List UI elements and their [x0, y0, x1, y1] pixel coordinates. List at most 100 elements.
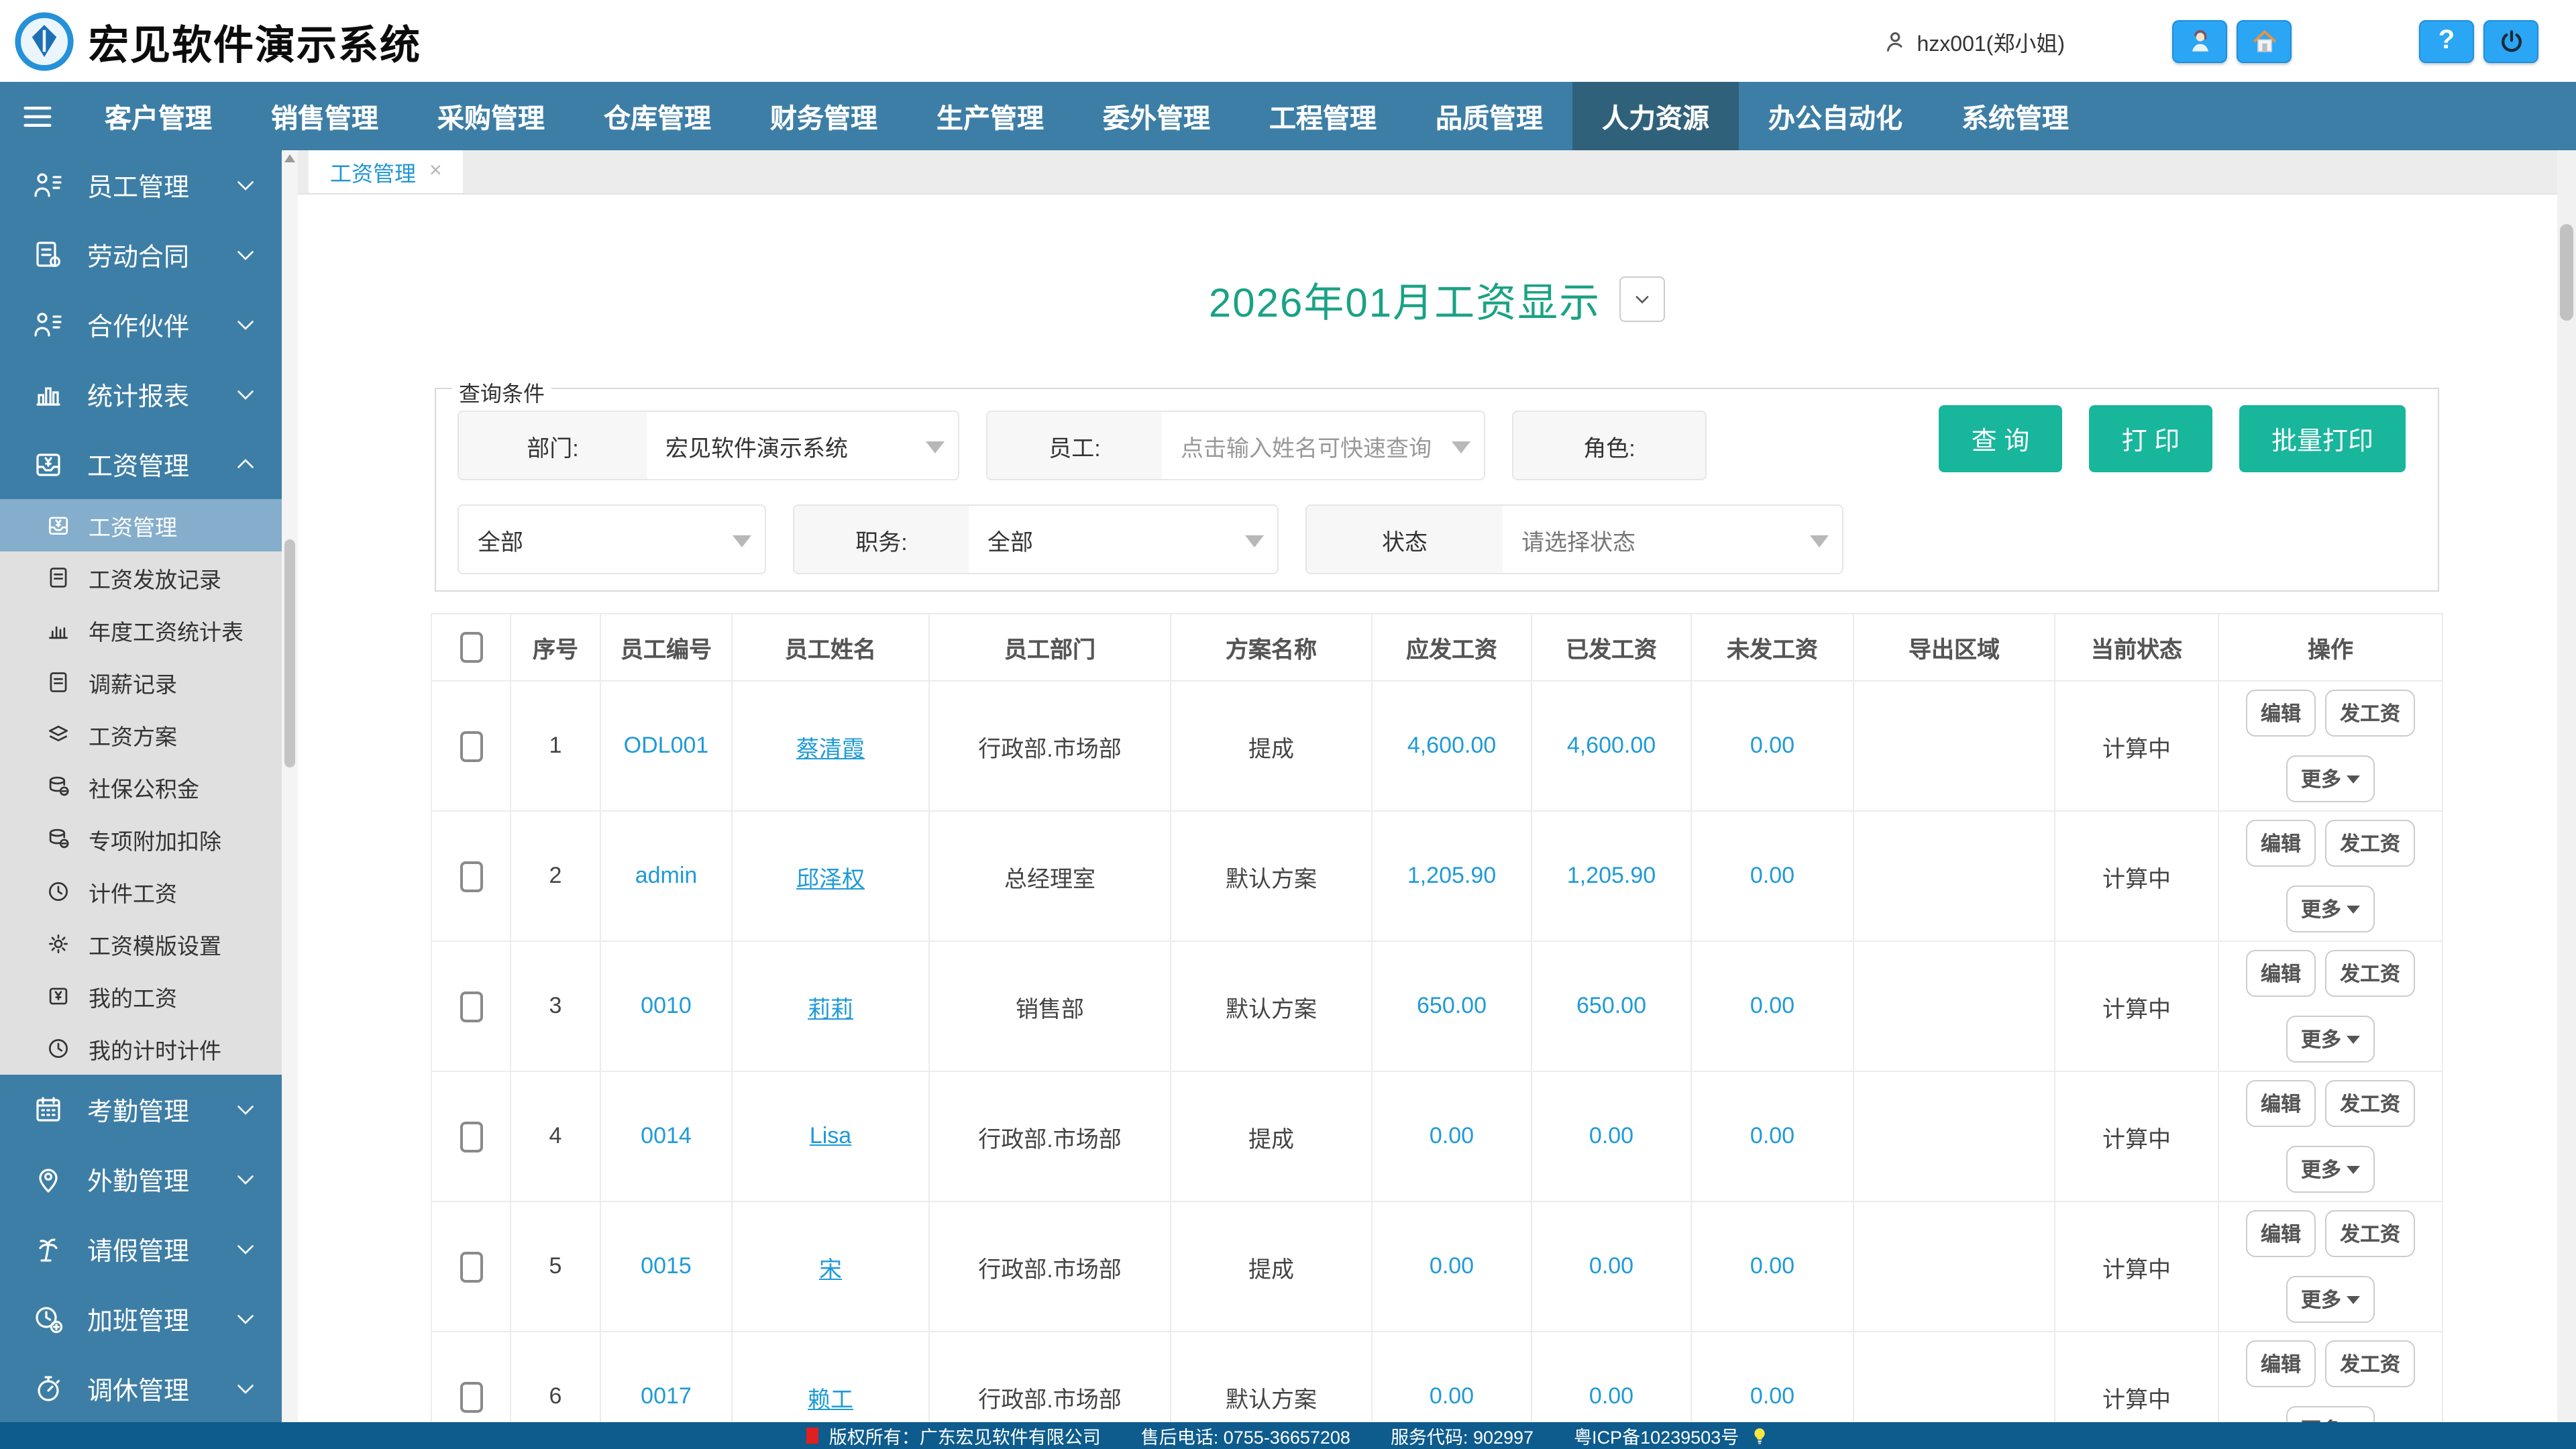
nav-item-customer[interactable]: 客户管理 [75, 82, 241, 150]
page-scrollbar[interactable] [2557, 150, 2576, 1422]
employee-search-input[interactable]: 点击输入姓名可快速查询 [1162, 412, 1484, 479]
more-button[interactable]: 更多 [2286, 1276, 2375, 1323]
sidebar-item-employee-mgmt[interactable]: 员工管理 [0, 150, 282, 220]
pay-salary-button[interactable]: 发工资 [2325, 690, 2415, 737]
search-button[interactable]: 查 询 [1939, 405, 2062, 472]
pay-salary-button[interactable]: 发工资 [2325, 1340, 2415, 1387]
select-all-checkbox[interactable] [460, 632, 482, 663]
row-checkbox[interactable] [460, 991, 482, 1022]
edit-button[interactable]: 编辑 [2246, 950, 2316, 997]
more-button[interactable]: 更多 [2286, 755, 2375, 802]
sidebar-subitem-salary-mgmt[interactable]: 工资管理 [0, 499, 282, 551]
pay-salary-button[interactable]: 发工资 [2325, 1080, 2415, 1127]
profile-button[interactable] [2172, 19, 2227, 62]
role-select[interactable]: 全部 [459, 506, 765, 573]
employee-name-link[interactable]: Lisa [810, 1123, 851, 1148]
sidebar-subitem-salary-payment-records[interactable]: 工资发放记录 [0, 551, 282, 604]
sidebar-item-attendance[interactable]: 考勤管理 [0, 1075, 282, 1144]
scroll-up-arrow-icon[interactable] [284, 154, 295, 162]
sidebar-item-overtime-mgmt[interactable]: 加班管理 [0, 1284, 282, 1354]
row-checkbox[interactable] [460, 1121, 482, 1152]
nav-item-hr[interactable]: 人力资源 [1572, 82, 1739, 150]
sidebar-scrollbar[interactable] [282, 150, 298, 1422]
table-header-row: 序号 员工编号 员工姓名 员工部门 方案名称 应发工资 已发工资 未发工资 导出… [431, 614, 2443, 681]
sidebar-subitem-social-insurance[interactable]: 社保公积金 [0, 761, 282, 813]
sidebar-item-salary-mgmt[interactable]: 工资管理 [0, 429, 282, 499]
employee-code-link[interactable]: 0010 [641, 993, 692, 1018]
employee-name-link[interactable]: 邱泽权 [796, 866, 865, 892]
sidebar-item-field-work[interactable]: 外勤管理 [0, 1144, 282, 1214]
edit-button[interactable]: 编辑 [2246, 820, 2316, 867]
edit-button[interactable]: 编辑 [2246, 1080, 2316, 1127]
nav-item-sales[interactable]: 销售管理 [241, 82, 408, 150]
nav-item-finance[interactable]: 财务管理 [741, 82, 907, 150]
payable-amount: 1,205.90 [1372, 811, 1532, 941]
sidebar-subitem-salary-template-settings[interactable]: 工资模版设置 [0, 918, 282, 970]
user-info[interactable]: hzx001(郑小姐) [1882, 25, 2065, 57]
employee-name-link[interactable]: 蔡清霞 [796, 736, 865, 761]
bar-chart-icon [46, 617, 71, 643]
sidebar-scrollbar-thumb[interactable] [284, 539, 295, 767]
main-nav: 客户管理 销售管理 采购管理 仓库管理 财务管理 生产管理 委外管理 工程管理 … [0, 82, 2576, 150]
sidebar-item-leave-mgmt[interactable]: 请假管理 [0, 1214, 282, 1284]
home-button[interactable] [2237, 19, 2292, 62]
row-checkbox[interactable] [460, 1381, 482, 1412]
help-button[interactable]: ? [2419, 19, 2474, 62]
employee-code-link[interactable]: 0017 [641, 1383, 692, 1409]
sidebar-subitem-my-time-piece[interactable]: 我的计时计件 [0, 1022, 282, 1075]
row-checkbox[interactable] [460, 1251, 482, 1282]
employee-name-link[interactable]: 赖工 [808, 1387, 853, 1412]
pay-salary-button[interactable]: 发工资 [2325, 820, 2415, 867]
tab-close-icon[interactable]: × [429, 159, 442, 183]
sidebar-item-labor-contract[interactable]: 劳动合同 [0, 220, 282, 290]
sidebar-subitem-salary-adjustment-records[interactable]: 调薪记录 [0, 656, 282, 708]
paid-amount: 0.00 [1532, 1201, 1691, 1332]
print-button[interactable]: 打 印 [2089, 405, 2212, 472]
chevron-down-icon [233, 1237, 258, 1261]
sidebar-item-compensatory-leave[interactable]: 调休管理 [0, 1354, 282, 1422]
question-icon: ? [2438, 25, 2455, 56]
sidebar-subitem-piece-rate-salary[interactable]: 计件工资 [0, 865, 282, 918]
sidebar-subitem-my-salary[interactable]: 我的工资 [0, 970, 282, 1022]
menu-toggle-button[interactable] [0, 82, 75, 150]
nav-item-oa[interactable]: 办公自动化 [1739, 82, 1932, 150]
department-select[interactable]: 宏见软件演示系统 [647, 412, 958, 479]
nav-item-warehouse[interactable]: 仓库管理 [574, 82, 741, 150]
nav-item-engineering[interactable]: 工程管理 [1240, 82, 1406, 150]
edit-button[interactable]: 编辑 [2246, 1340, 2316, 1387]
status-select[interactable]: 请选择状态 [1503, 506, 1842, 573]
nav-item-production[interactable]: 生产管理 [907, 82, 1073, 150]
employee-code-link[interactable]: 0014 [641, 1123, 692, 1148]
batch-print-button[interactable]: 批量打印 [2239, 405, 2406, 472]
edit-button[interactable]: 编辑 [2246, 690, 2316, 737]
employee-name-link[interactable]: 宋 [819, 1256, 842, 1282]
pay-salary-button[interactable]: 发工资 [2325, 950, 2415, 997]
employee-code-link[interactable]: admin [635, 863, 698, 888]
employee-name-link[interactable]: 莉莉 [808, 996, 853, 1022]
chevron-down-icon [233, 243, 258, 267]
sidebar-subitem-salary-plan[interactable]: 工资方案 [0, 708, 282, 761]
tab-salary-mgmt[interactable]: 工资管理 × [309, 150, 464, 193]
more-button[interactable]: 更多 [2286, 885, 2375, 932]
nav-item-quality[interactable]: 品质管理 [1406, 82, 1572, 150]
more-button[interactable]: 更多 [2286, 1146, 2375, 1193]
sidebar-subitem-annual-salary-stats[interactable]: 年度工资统计表 [0, 604, 282, 656]
more-button[interactable]: 更多 [2286, 1016, 2375, 1063]
logout-button[interactable] [2483, 19, 2538, 62]
employee-code-link[interactable]: ODL001 [624, 733, 709, 758]
nav-item-outsourcing[interactable]: 委外管理 [1073, 82, 1240, 150]
nav-item-purchase[interactable]: 采购管理 [408, 82, 574, 150]
sidebar-subitem-special-deduction[interactable]: 专项附加扣除 [0, 813, 282, 865]
position-select[interactable]: 全部 [969, 506, 1277, 573]
month-dropdown-button[interactable] [1619, 276, 1665, 322]
page-scrollbar-thumb[interactable] [2560, 224, 2573, 321]
sidebar-item-partners[interactable]: 合作伙伴 [0, 290, 282, 360]
row-checkbox[interactable] [460, 861, 482, 892]
more-button[interactable]: 更多 [2286, 1406, 2375, 1422]
sidebar-item-statistics[interactable]: 统计报表 [0, 360, 282, 429]
row-checkbox[interactable] [460, 731, 482, 761]
pay-salary-button[interactable]: 发工资 [2325, 1210, 2415, 1257]
employee-code-link[interactable]: 0015 [641, 1253, 692, 1279]
edit-button[interactable]: 编辑 [2246, 1210, 2316, 1257]
nav-item-system[interactable]: 系统管理 [1932, 82, 2098, 150]
